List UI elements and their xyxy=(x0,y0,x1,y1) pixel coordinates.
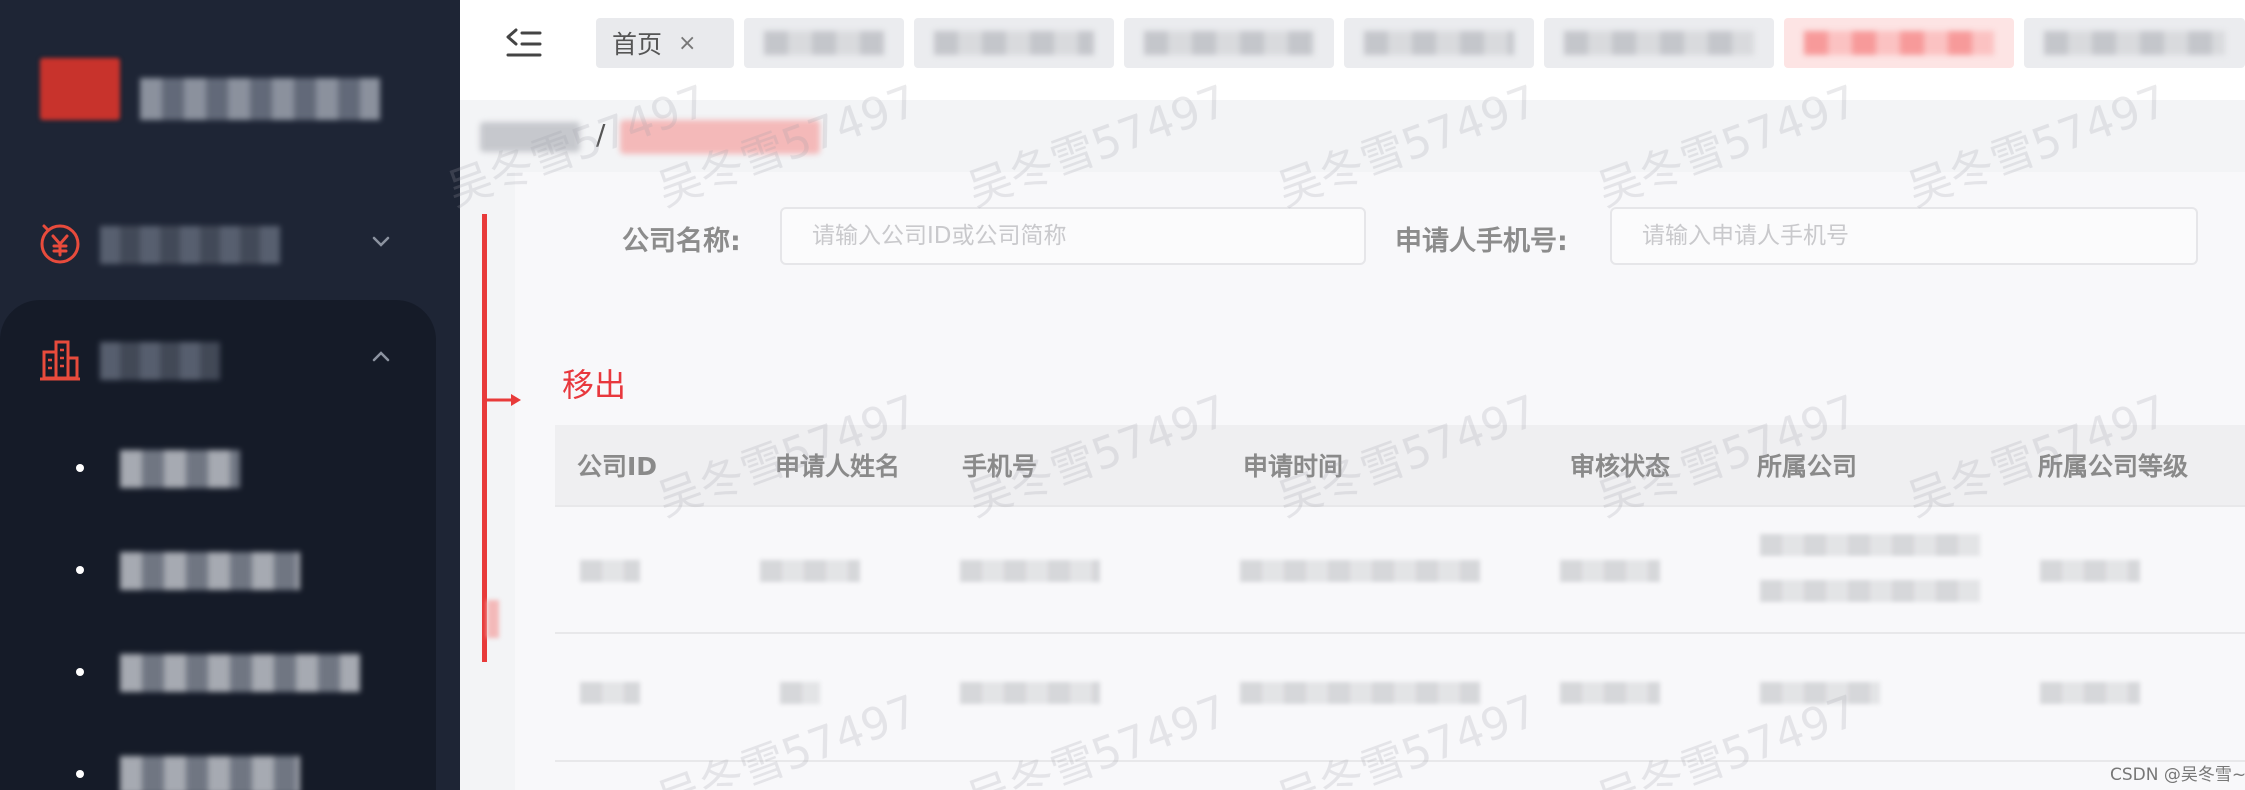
sidebar-subitem[interactable] xyxy=(0,642,436,702)
menu-label-redacted xyxy=(100,342,220,380)
column-header: 申请人姓名 xyxy=(775,452,901,481)
cell-redacted xyxy=(580,682,640,704)
row-divider xyxy=(555,760,2245,762)
tab-home-label: 首页 xyxy=(612,30,663,59)
tab-redacted[interactable] xyxy=(1544,18,1774,68)
subitem-label-redacted xyxy=(120,552,300,590)
tab-home[interactable]: 首页 × xyxy=(596,18,734,68)
subitem-label-redacted xyxy=(120,654,360,692)
top-header: 首页 × xyxy=(460,0,2245,100)
sidebar xyxy=(0,0,460,790)
column-header: 所属公司等级 xyxy=(2038,452,2189,481)
sidebar-subitem[interactable] xyxy=(0,540,436,600)
chevron-down-icon xyxy=(372,236,390,247)
column-header: 手机号 xyxy=(962,452,1038,481)
tab-redacted[interactable] xyxy=(2024,18,2245,68)
table-header: 公司ID 申请人姓名 手机号 申请时间 审核状态 所属公司 所属公司等级 xyxy=(555,425,2245,505)
row-divider xyxy=(555,505,2245,507)
yuan-coin-icon xyxy=(40,224,80,264)
sidebar-menu-company[interactable] xyxy=(0,320,460,392)
breadcrumb-parent-redacted[interactable] xyxy=(480,122,580,152)
csdn-credit: CSDN @吴冬雪~ xyxy=(2110,765,2245,785)
menu-fold-icon[interactable] xyxy=(504,24,544,64)
subitem-label-redacted xyxy=(120,450,240,488)
menu-label-redacted xyxy=(100,226,280,264)
cell-redacted xyxy=(760,560,860,582)
tab-redacted[interactable] xyxy=(1124,18,1334,68)
logo-text-redacted xyxy=(140,78,380,120)
cell-redacted xyxy=(1240,560,1480,582)
tab-redacted[interactable] xyxy=(914,18,1114,68)
close-icon[interactable]: × xyxy=(678,31,696,56)
company-name-input[interactable] xyxy=(780,207,1366,265)
sidebar-subitem[interactable] xyxy=(0,438,436,498)
logo xyxy=(40,58,120,120)
column-header: 申请时间 xyxy=(1243,452,1344,481)
cell-redacted xyxy=(580,560,640,582)
column-header: 公司ID xyxy=(577,452,658,481)
breadcrumb-separator: / xyxy=(596,118,606,151)
buildings-icon xyxy=(40,340,80,381)
bullet-dot xyxy=(76,770,84,778)
annotation-label: 移出 xyxy=(562,366,627,404)
tab-redacted[interactable] xyxy=(1344,18,1534,68)
chevron-up-icon xyxy=(372,351,390,362)
cell-redacted xyxy=(960,682,1100,704)
cell-redacted xyxy=(2040,560,2140,582)
bullet-dot xyxy=(76,668,84,676)
cell-redacted xyxy=(1560,560,1660,582)
company-name-label: 公司名称: xyxy=(622,226,741,257)
subitem-label-redacted xyxy=(120,756,300,790)
sidebar-subitem[interactable] xyxy=(0,744,436,790)
cell-redacted xyxy=(1760,534,1980,556)
cell-redacted xyxy=(1760,682,1880,704)
row-divider xyxy=(555,632,2245,634)
cell-redacted xyxy=(960,560,1100,582)
applicant-phone-input[interactable] xyxy=(1610,207,2198,265)
bullet-dot xyxy=(76,464,84,472)
cell-redacted xyxy=(1560,682,1660,704)
cell-redacted xyxy=(1240,682,1480,704)
cell-redacted xyxy=(780,682,820,704)
applicant-phone-label: 申请人手机号: xyxy=(1395,226,1568,257)
annotation-handle xyxy=(487,600,499,638)
annotation-line xyxy=(482,214,487,662)
cell-redacted xyxy=(2040,682,2140,704)
sidebar-menu-finance[interactable] xyxy=(0,204,460,276)
arrow-right-icon xyxy=(487,394,521,406)
column-header: 所属公司 xyxy=(1757,452,1858,481)
breadcrumb-current-redacted xyxy=(620,120,820,154)
tab-redacted[interactable] xyxy=(744,18,904,68)
bullet-dot xyxy=(76,566,84,574)
tab-active-redacted[interactable] xyxy=(1784,18,2014,68)
cell-redacted xyxy=(1760,580,1980,602)
column-header: 审核状态 xyxy=(1570,452,1671,481)
